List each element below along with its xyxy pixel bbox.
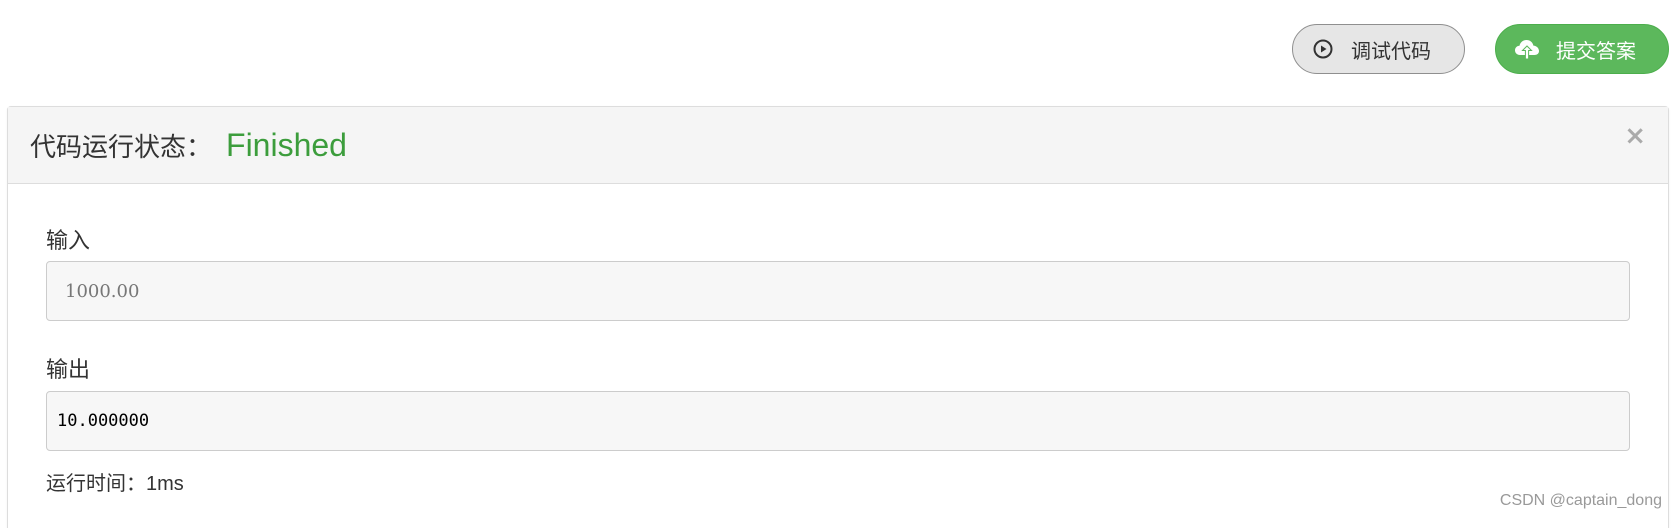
run-status-value: Finished [226,126,347,163]
runtime-value: 1ms [146,473,184,495]
close-icon[interactable]: × [1624,123,1646,149]
input-value: 1000.00 [65,280,140,302]
run-status-label: 代码运行状态： [30,132,213,163]
play-circle-icon [1313,39,1333,59]
runtime-info: 运行时间：1ms [46,467,184,496]
input-field[interactable]: 1000.00 [46,261,1630,321]
cloud-upload-icon [1514,38,1540,60]
runtime-label: 运行时间： [46,471,146,495]
submit-answer-label: 提交答案 [1556,38,1636,63]
debug-code-label: 调试代码 [1351,38,1431,63]
output-value: 10.000000 [57,411,150,431]
run-result-panel: 代码运行状态： Finished × 输入 1000.00 输出 10.0000… [7,106,1669,528]
output-label: 输出 [46,358,91,383]
submit-answer-button[interactable]: 提交答案 [1495,24,1669,74]
output-field: 10.000000 [46,391,1630,451]
toolbar: 调试代码 提交答案 [0,24,1676,76]
debug-code-button[interactable]: 调试代码 [1292,24,1465,74]
input-label: 输入 [46,229,91,254]
panel-header: 代码运行状态： Finished × [8,107,1668,184]
watermark: CSDN @captain_dong [1499,492,1662,509]
